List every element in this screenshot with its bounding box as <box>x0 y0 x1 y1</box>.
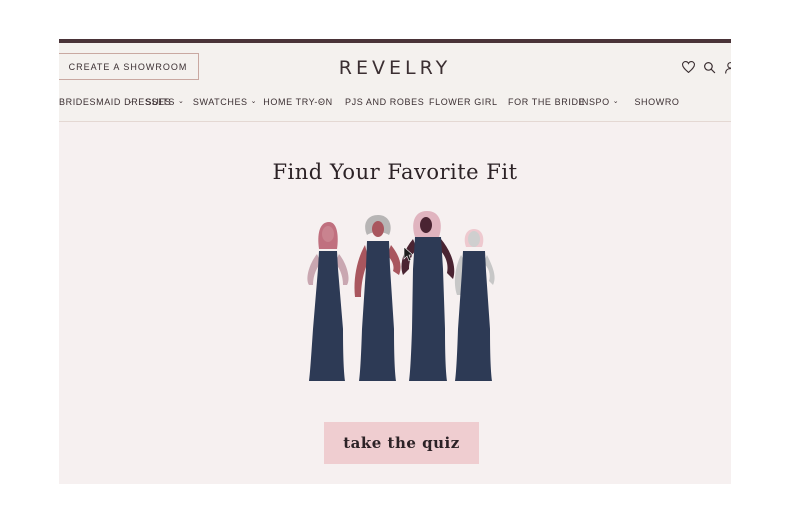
nav-dropdown-bridesmaid[interactable]: ⌄ <box>119 98 139 106</box>
figure-1 <box>307 222 349 381</box>
header-icons <box>681 60 731 74</box>
chevron-down-icon: ⌄ <box>318 98 325 105</box>
take-the-quiz-button[interactable]: take the quiz <box>324 422 479 464</box>
nav-item-bridesmaid-dresses[interactable]: BRIDESMAID DRESSES <box>59 97 172 107</box>
nav-label: FLOWER GIRL <box>429 97 498 107</box>
nav-label: PJS AND ROBES <box>345 97 425 107</box>
nav-label: HOME TRY-ON <box>263 97 333 107</box>
main-nav: BRIDESMAID DRESSES ⌄ SUITS ⌄ SWATCHES ⌄ HO… <box>59 91 687 113</box>
page-frame: CREATE A SHOWROOM REVELRY BRIDESMAID DRE… <box>59 39 731 484</box>
user-icon[interactable] <box>723 60 731 74</box>
chevron-down-icon: ⌄ <box>612 98 620 105</box>
heart-icon[interactable] <box>681 60 695 74</box>
nav-item-suits[interactable]: SUITS ⌄ <box>139 97 191 107</box>
chevron-down-icon: ⌄ <box>250 98 258 105</box>
revelry-logo[interactable]: REVELRY <box>59 57 731 79</box>
hero-title: Find Your Favorite Fit <box>272 160 518 184</box>
nav-label: INSPO <box>578 97 610 107</box>
nav-item-home-try-on[interactable]: HOME TRY-ON ⌄ <box>259 97 333 107</box>
nav-label: BRIDESMAID DRESSES <box>59 97 172 107</box>
nav-label: SWATCHES <box>192 97 248 107</box>
nav-label: FOR THE BRIDE <box>508 97 586 107</box>
nav-item-flower-girl[interactable]: FLOWER GIRL <box>411 97 498 107</box>
nav-label: SUITS <box>145 97 176 107</box>
search-icon[interactable] <box>702 60 716 74</box>
figure-2 <box>354 215 401 381</box>
nav-item-showroom[interactable]: SHOWRO <box>627 97 687 107</box>
nav-item-inspo[interactable]: INSPO ⌄ <box>571 97 627 107</box>
bridesmaids-illustration <box>307 211 495 381</box>
nav-item-for-the-bride[interactable]: FOR THE BRIDE <box>491 97 586 107</box>
figure-4 <box>454 229 495 381</box>
chevron-down-icon: ⌄ <box>127 98 134 105</box>
figure-3 <box>401 211 455 381</box>
nav-item-swatches[interactable]: SWATCHES ⌄ <box>191 97 259 107</box>
nav-label: SHOWRO <box>634 97 680 107</box>
nav-item-pjs-and-robes[interactable]: PJS AND ROBES <box>329 97 425 107</box>
site-header: CREATE A SHOWROOM REVELRY BRIDESMAID DRE… <box>59 43 731 122</box>
chevron-down-icon: ⌄ <box>178 98 185 105</box>
